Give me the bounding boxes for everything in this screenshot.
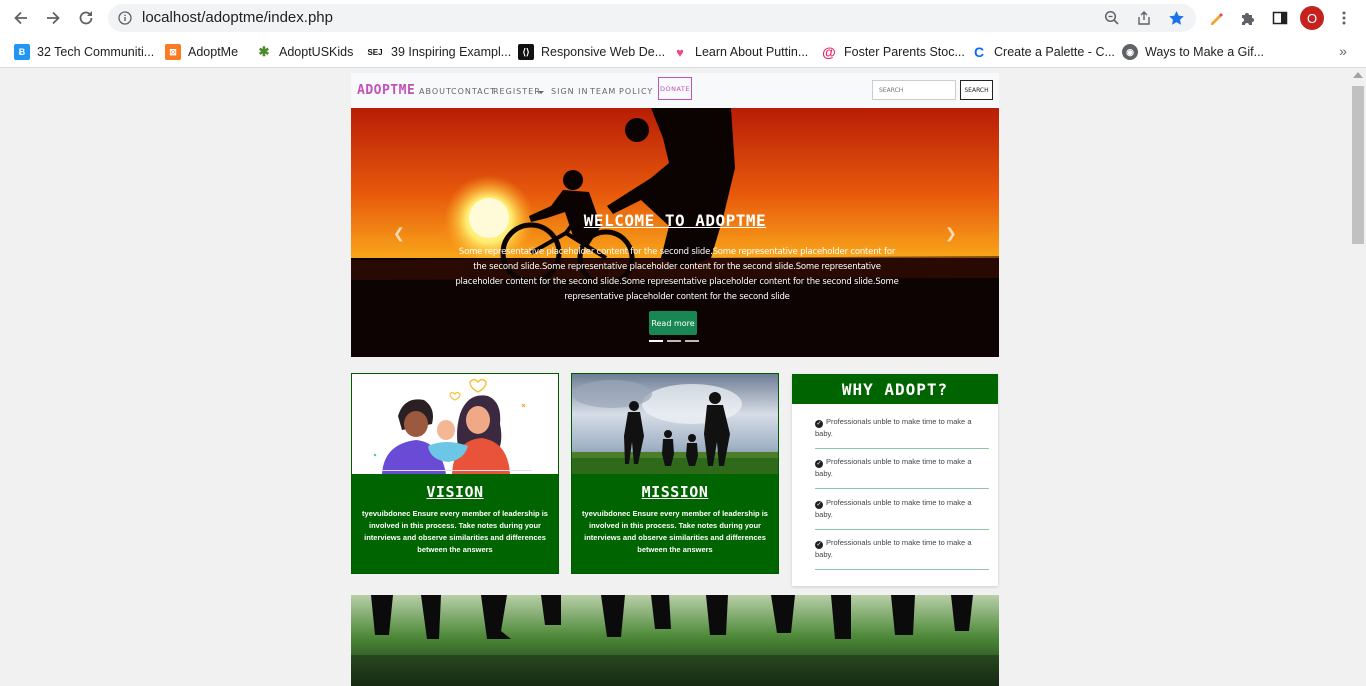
back-icon[interactable] <box>9 6 33 30</box>
carousel-indicator[interactable] <box>685 340 699 342</box>
menu-kebab-icon[interactable] <box>1332 6 1356 30</box>
why-adopt-panel: WHY ADOPT? ✓ Professionals unble to make … <box>792 374 998 586</box>
bookmarks-bar: Ƀ 32 Tech Communiti... ⊠ AdoptMe ✱ Adopt… <box>0 36 1366 68</box>
hero-caption: Some representative placeholder content … <box>455 247 899 302</box>
extensions-puzzle-icon[interactable] <box>1236 6 1260 30</box>
browser-toolbar: localhost/adoptme/index.php O <box>0 0 1366 36</box>
list-item: ✓ Professionals unble to make time to mak… <box>815 497 989 530</box>
bookmark-star-icon[interactable] <box>1167 9 1185 27</box>
globe-favicon-icon: ◉ <box>1122 44 1138 60</box>
bookmark-label: Ways to Make a Gif... <box>1145 45 1265 59</box>
heart-favicon-icon: ♥ <box>676 44 684 60</box>
bookmark-item[interactable]: Ƀ 32 Tech Communiti... <box>14 41 154 63</box>
scroll-up-arrow-icon[interactable] <box>1353 72 1363 78</box>
why-adopt-title: WHY ADOPT? <box>792 374 998 404</box>
nav-team[interactable]: TEAM <box>590 87 616 96</box>
bookmark-item[interactable]: ✱ AdoptUSKids <box>256 41 354 63</box>
site-search-button[interactable]: SEARCH <box>960 80 993 100</box>
xampp-favicon-icon: ⊠ <box>165 44 181 60</box>
check-circle-icon: ✓ <box>815 501 823 509</box>
adoptuskids-favicon-icon: ✱ <box>258 44 270 59</box>
bookmark-label: Create a Palette - C... <box>994 45 1115 59</box>
why-item-text: Professionals unble to make time to make… <box>815 457 972 478</box>
mission-text: tyevuibdonec Ensure every member of lead… <box>582 509 768 554</box>
forward-icon[interactable] <box>41 6 65 30</box>
site-navbar: ADOPTME ABOUT CONTACT REGISTER SIGN IN T… <box>351 73 999 108</box>
mission-card: MISSION tyevuibdonec Ensure every member… <box>571 373 779 574</box>
webdesign-favicon-icon: ⟨⟩ <box>518 44 534 60</box>
people-banner-image <box>351 595 999 686</box>
bookmark-label: Learn About Puttin... <box>695 45 809 59</box>
bookmark-item[interactable]: ♥ Learn About Puttin... <box>672 41 808 63</box>
bookmark-item[interactable]: @ Foster Parents Stoc... <box>821 41 965 63</box>
url-text[interactable]: localhost/adoptme/index.php <box>142 10 333 26</box>
site-favicon-icon: Ƀ <box>14 44 30 60</box>
address-bar[interactable]: localhost/adoptme/index.php <box>108 4 1196 32</box>
why-item-text: Professionals unble to make time to make… <box>815 538 972 559</box>
dreamstime-favicon-icon: @ <box>822 44 836 60</box>
list-item: ✓ Professionals unble to make time to mak… <box>815 416 989 449</box>
read-more-button[interactable]: Read more <box>649 311 697 335</box>
check-circle-icon: ✓ <box>815 541 823 549</box>
bookmark-item[interactable]: C Create a Palette - C... <box>971 41 1115 63</box>
bookmark-label: 32 Tech Communiti... <box>37 45 155 59</box>
side-panel-icon[interactable] <box>1268 6 1292 30</box>
profile-avatar[interactable]: O <box>1300 6 1324 30</box>
bookmarks-overflow-icon[interactable]: » <box>1334 40 1352 62</box>
info-icon[interactable] <box>117 10 133 26</box>
vision-card: VISION tyevuibdonec Ensure every member … <box>351 373 559 574</box>
share-icon[interactable] <box>1135 9 1153 27</box>
sej-favicon-icon: SEJ <box>367 47 383 57</box>
bookmark-item[interactable]: SEJ 39 Inspiring Exampl... <box>366 41 511 63</box>
bookmark-item[interactable]: ◉ Ways to Make a Gif... <box>1122 41 1264 63</box>
list-item: ✓ Professionals unble to make time to mak… <box>815 537 989 570</box>
bookmark-item[interactable]: ⟨⟩ Responsive Web De... <box>518 41 665 63</box>
nav-register[interactable]: REGISTER <box>493 87 541 96</box>
nav-sign-in[interactable]: SIGN IN <box>551 87 589 96</box>
bookmark-item[interactable]: ⊠ AdoptMe <box>165 41 238 63</box>
family-illustration-image <box>352 374 558 474</box>
family-silhouette-image <box>572 374 778 474</box>
bookmark-label: AdoptUSKids <box>279 45 354 59</box>
register-dropdown-caret-icon[interactable] <box>538 91 544 94</box>
bookmark-label: 39 Inspiring Exampl... <box>391 45 512 59</box>
vision-title: VISION <box>426 483 484 501</box>
bookmark-label: Responsive Web De... <box>541 45 666 59</box>
nav-about[interactable]: ABOUT <box>419 87 452 96</box>
nav-policy[interactable]: POLICY <box>619 87 653 96</box>
hero-title: WELCOME TO ADOPTME <box>583 211 767 230</box>
zoom-icon[interactable] <box>1103 9 1121 27</box>
donate-button[interactable]: DONATE <box>658 77 692 100</box>
site-brand[interactable]: ADOPTME <box>357 83 415 98</box>
list-item: ✓ Professionals unble to make time to mak… <box>815 456 989 489</box>
page-viewport: ADOPTME ABOUT CONTACT REGISTER SIGN IN T… <box>0 69 1350 686</box>
site-search-input[interactable] <box>872 80 956 100</box>
carousel-indicator[interactable] <box>667 340 681 342</box>
scrollbar-thumb[interactable] <box>1352 86 1364 244</box>
check-circle-icon: ✓ <box>815 460 823 468</box>
reload-icon[interactable] <box>74 6 98 30</box>
bookmark-label: Foster Parents Stoc... <box>844 45 965 59</box>
mission-title: MISSION <box>641 483 709 501</box>
check-circle-icon: ✓ <box>815 420 823 428</box>
pen-extension-icon[interactable] <box>1204 6 1228 30</box>
why-item-text: Professionals unble to make time to make… <box>815 498 972 519</box>
coolors-favicon-icon: C <box>973 44 985 60</box>
vision-text: tyevuibdonec Ensure every member of lead… <box>362 509 548 554</box>
hero-carousel: ❮ ❯ WELCOME TO ADOPTME Some representati… <box>351 108 999 357</box>
why-item-text: Professionals unble to make time to make… <box>815 417 972 438</box>
bookmark-label: AdoptMe <box>188 45 239 59</box>
nav-contact[interactable]: CONTACT <box>451 87 496 96</box>
carousel-indicator[interactable] <box>649 340 663 342</box>
